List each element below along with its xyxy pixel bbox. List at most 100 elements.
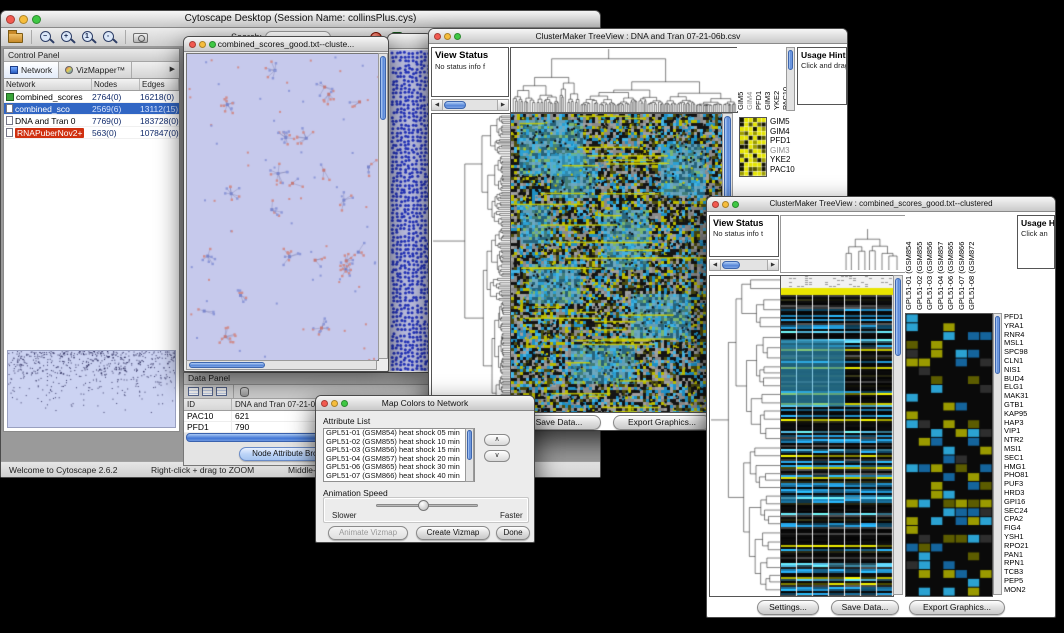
col-nodes[interactable]: Nodes <box>92 79 140 90</box>
minimize-icon[interactable] <box>444 33 451 40</box>
column-label[interactable]: GIM3 <box>764 48 773 110</box>
gene-label[interactable]: MSL1 <box>1004 339 1055 348</box>
tab-overflow-arrow-icon[interactable]: ▶ <box>166 62 179 78</box>
gene-label[interactable]: RPO21 <box>1004 542 1055 551</box>
gene-label[interactable]: HMG1 <box>1004 463 1055 472</box>
close-icon[interactable] <box>321 400 328 407</box>
treeview-combined-titlebar[interactable]: ClusterMaker TreeView : combined_scores_… <box>707 197 1055 212</box>
gene-label[interactable]: ELG1 <box>1004 383 1055 392</box>
gene-label[interactable]: PHO81 <box>1004 471 1055 480</box>
gene-label[interactable]: KAP95 <box>1004 410 1055 419</box>
gene-label[interactable]: GIM5 <box>770 117 797 127</box>
minimize-icon[interactable] <box>722 201 729 208</box>
column-label[interactable]: GPL51-04 (GSM857 <box>937 216 948 310</box>
attribute-list[interactable]: GPL51-01 (GSM854) heat shock 05 minGPL51… <box>323 428 475 482</box>
column-label[interactable]: GIM5 <box>737 48 746 110</box>
gene-label[interactable]: RNR4 <box>1004 331 1055 340</box>
gene-label[interactable]: GIM3 <box>770 146 797 156</box>
row-tree-hscrollbar[interactable]: ◀ ▶ <box>709 259 779 271</box>
column-label[interactable]: GPL51-07 (GSM866 <box>958 216 969 310</box>
maximize-icon[interactable] <box>341 400 348 407</box>
column-dendrogram-canvas[interactable] <box>843 228 903 270</box>
scroll-left-icon[interactable]: ◀ <box>710 260 721 270</box>
attribute-select-icon[interactable] <box>202 387 213 396</box>
snapshot-icon[interactable] <box>132 29 150 46</box>
column-label[interactable]: GPL51-03 (GSM856 <box>926 216 937 310</box>
gene-label[interactable]: PUF3 <box>1004 480 1055 489</box>
animate-vizmap-button[interactable]: Animate Vizmap <box>328 526 408 540</box>
gene-label[interactable]: SEC1 <box>1004 454 1055 463</box>
column-label[interactable]: PFD1 <box>755 48 764 110</box>
column-label[interactable]: GPL51-01 (GSM854 <box>905 216 916 310</box>
maximize-icon[interactable] <box>454 33 461 40</box>
open-session-icon[interactable] <box>7 29 25 46</box>
close-icon[interactable] <box>434 33 441 40</box>
export-graphics-button[interactable]: Export Graphics... <box>613 415 711 430</box>
map-dialog-titlebar[interactable]: Map Colors to Network <box>316 396 534 411</box>
attribute-item[interactable]: GPL51-08 (GSM868) heat shock 60 min <box>324 481 474 482</box>
scroll-left-icon[interactable]: ◀ <box>432 100 443 110</box>
main-titlebar[interactable]: Cytoscape Desktop (Session Name: collins… <box>1 11 600 28</box>
export-graphics-button[interactable]: Export Graphics... <box>909 600 1005 615</box>
gene-label[interactable]: CLN1 <box>1004 357 1055 366</box>
column-labels-vscrollbar[interactable] <box>786 47 795 111</box>
attribute-table-icon[interactable] <box>188 387 199 396</box>
gene-label[interactable]: FIG4 <box>1004 524 1055 533</box>
heatmap-vscrollbar[interactable] <box>893 275 903 595</box>
minimize-icon[interactable] <box>331 400 338 407</box>
gene-label[interactable]: SPC98 <box>1004 348 1055 357</box>
gene-label[interactable]: HAP3 <box>1004 419 1055 428</box>
gene-label[interactable]: NIS1 <box>1004 366 1055 375</box>
gene-label[interactable]: PAC10 <box>770 165 797 175</box>
done-button[interactable]: Done <box>496 526 530 540</box>
network-view-titlebar[interactable]: combined_scores_good.txt--cluste... <box>184 37 388 52</box>
gene-label[interactable]: RPN1 <box>1004 559 1055 568</box>
network-graph-canvas[interactable] <box>186 53 379 361</box>
background-network-titlebar[interactable] <box>388 34 431 49</box>
gene-label[interactable]: HRD3 <box>1004 489 1055 498</box>
minimize-icon[interactable] <box>19 15 28 24</box>
gene-label[interactable]: GPI16 <box>1004 498 1055 507</box>
gene-label[interactable]: CPA2 <box>1004 515 1055 524</box>
speed-slider-thumb[interactable] <box>418 500 429 511</box>
network-vscrollbar[interactable] <box>378 53 388 359</box>
close-icon[interactable] <box>189 41 196 48</box>
gene-label[interactable]: BUD4 <box>1004 375 1055 384</box>
gene-label[interactable]: SEC24 <box>1004 507 1055 516</box>
settings-button[interactable]: Settings... <box>757 600 819 615</box>
network-row[interactable]: combined_scores 2764(0) 16218(0) <box>4 91 179 103</box>
column-label[interactable]: GPL51-06 (GSM865 <box>947 216 958 310</box>
row-tree-hscrollbar[interactable]: ◀ ▶ <box>431 99 509 111</box>
network-row[interactable]: DNA and Tran 0 7769(0) 183728(0) <box>4 115 179 127</box>
gene-label[interactable]: YSH1 <box>1004 533 1055 542</box>
database-icon[interactable] <box>240 387 249 397</box>
attribute-list-vscrollbar[interactable] <box>465 428 474 482</box>
col-edges[interactable]: Edges <box>140 79 179 90</box>
gene-label[interactable]: GIM4 <box>770 127 797 137</box>
gene-label[interactable]: MAK31 <box>1004 392 1055 401</box>
network-row-selected[interactable]: combined_sco 2569(6) 13112(15) <box>4 103 179 115</box>
col-id[interactable]: ID <box>184 399 232 410</box>
gene-label[interactable]: YKE2 <box>770 155 797 165</box>
gene-label[interactable]: PFD1 <box>770 136 797 146</box>
zoom-heatmap-canvas[interactable] <box>905 313 993 597</box>
zoom-fit-icon[interactable]: ▫ <box>101 29 119 46</box>
zoom-one-to-one-icon[interactable]: 1 <box>80 29 98 46</box>
gene-label[interactable]: VIP1 <box>1004 427 1055 436</box>
attribute-create-icon[interactable] <box>216 387 227 396</box>
gene-label[interactable]: TCB3 <box>1004 568 1055 577</box>
gene-label[interactable]: MON2 <box>1004 586 1055 595</box>
tab-network[interactable]: Network <box>4 62 59 78</box>
col-network[interactable]: Network <box>4 79 92 90</box>
move-down-button[interactable]: ∨ <box>484 450 510 462</box>
zoom-vscrollbar[interactable] <box>993 313 1002 595</box>
treeview-dna-titlebar[interactable]: ClusterMaker TreeView : DNA and Tran 07-… <box>429 29 847 44</box>
gene-label[interactable]: MSI1 <box>1004 445 1055 454</box>
column-dendrogram-canvas[interactable] <box>510 47 738 113</box>
close-icon[interactable] <box>712 201 719 208</box>
network-hscrollbar[interactable] <box>186 360 377 370</box>
create-vizmap-button[interactable]: Create Vizmap <box>416 526 490 540</box>
column-label[interactable]: GIM4 <box>746 48 755 110</box>
gene-label[interactable]: PAN1 <box>1004 551 1055 560</box>
zoom-in-icon[interactable]: + <box>59 29 77 46</box>
